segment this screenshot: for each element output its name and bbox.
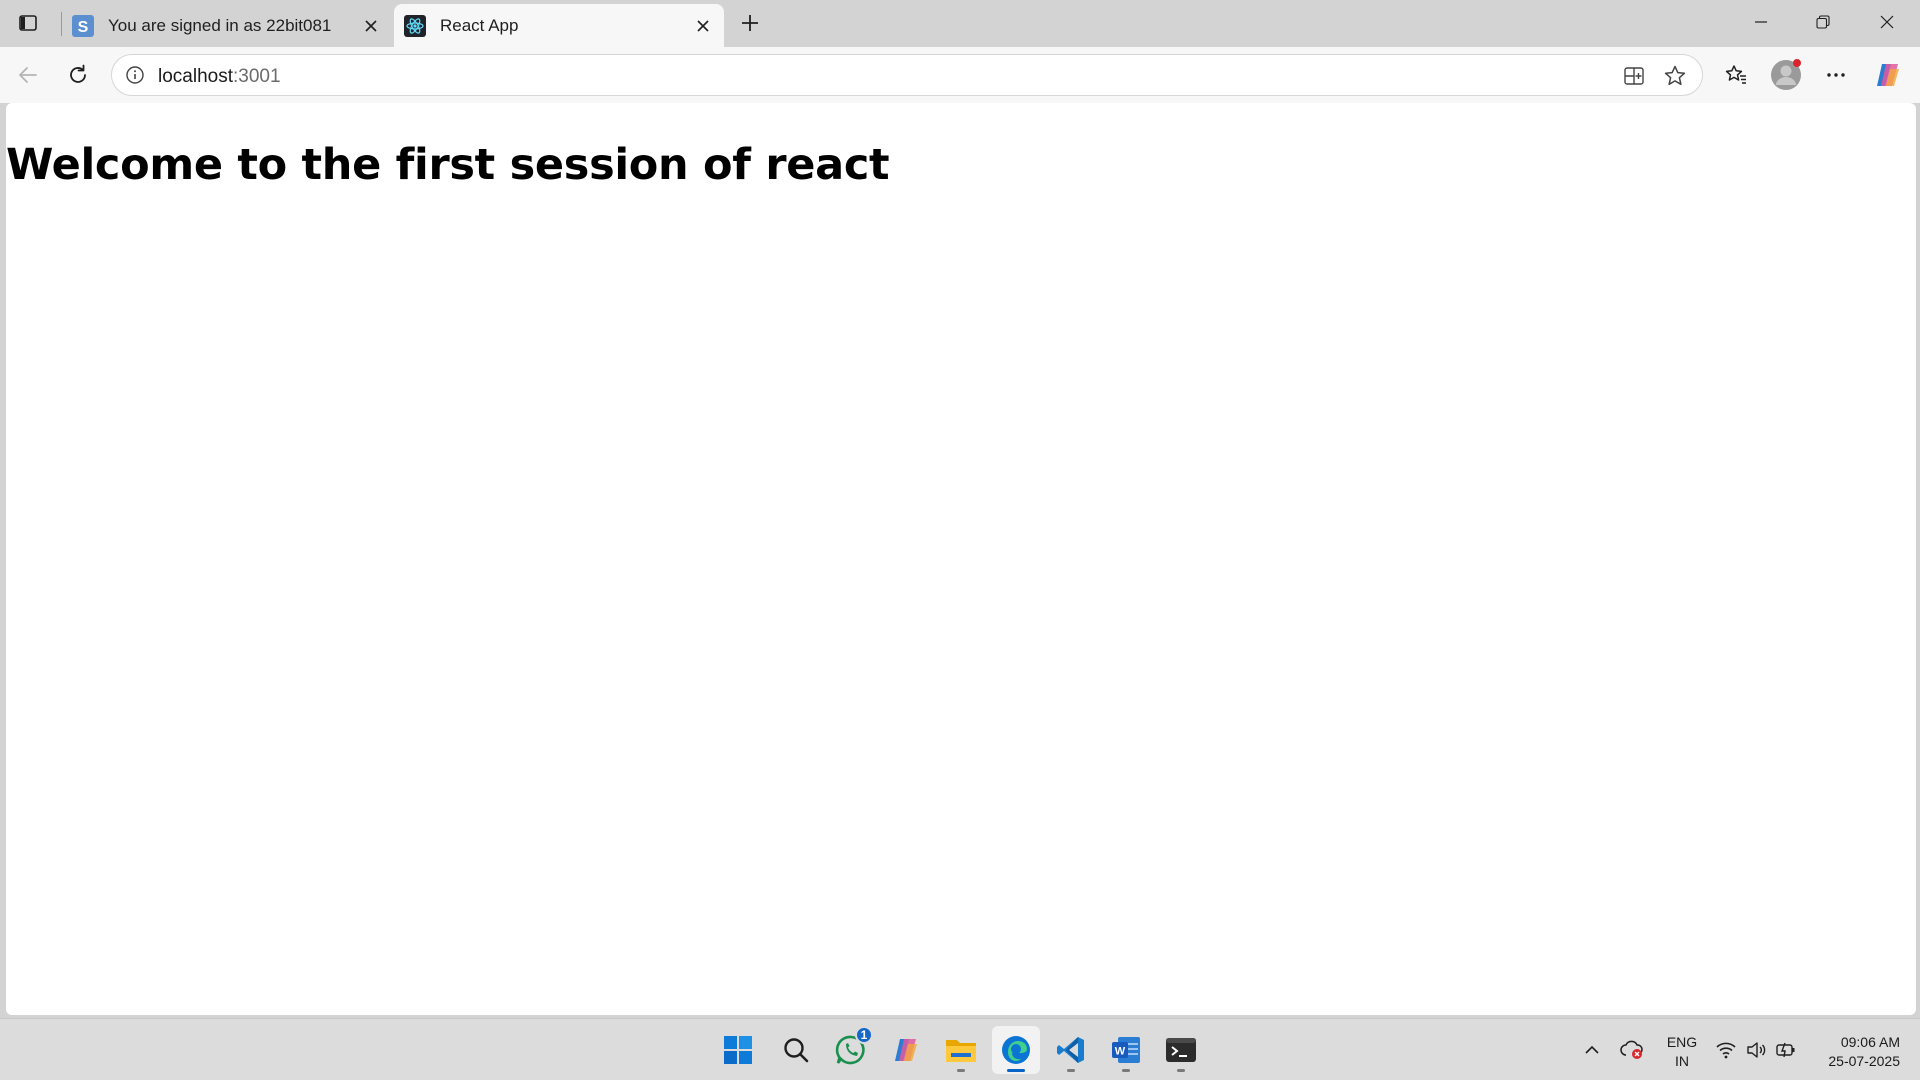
- more-horizontal-icon: [1827, 73, 1845, 77]
- browser-window: S You are signed in as 22bit081 React Ap…: [0, 0, 1920, 1018]
- favorites-icon: [1725, 65, 1746, 84]
- reload-button[interactable]: [60, 57, 96, 93]
- taskbar-copilot[interactable]: [882, 1026, 930, 1074]
- search-icon: [784, 1038, 809, 1063]
- running-indicator: [1177, 1069, 1185, 1072]
- arrow-left-icon: [19, 67, 37, 83]
- copilot-button[interactable]: [1870, 57, 1906, 93]
- input-language-indicator[interactable]: ENG IN: [1662, 1033, 1702, 1071]
- taskbar-search-button[interactable]: [772, 1026, 820, 1074]
- taskbar-edge[interactable]: [992, 1026, 1040, 1074]
- taskbar-clock[interactable]: 09:06 AM 25-07-2025: [1808, 1033, 1900, 1071]
- favorite-star-icon[interactable]: [1663, 64, 1687, 88]
- taskbar-word[interactable]: W: [1102, 1026, 1150, 1074]
- show-hidden-icons-button[interactable]: [1580, 1038, 1604, 1062]
- tab-actions-icon: [19, 15, 37, 31]
- language-code: ENG: [1666, 1034, 1698, 1050]
- windows-start-button[interactable]: [714, 1026, 762, 1074]
- browser-toolbar: localhost:3001: [0, 47, 1920, 103]
- file-explorer-icon: [946, 1040, 976, 1062]
- word-icon: W: [1112, 1037, 1140, 1063]
- clock-date: 25-07-2025: [1828, 1053, 1900, 1069]
- minimize-button[interactable]: [1730, 0, 1792, 44]
- tab-react-app[interactable]: React App: [394, 4, 724, 47]
- running-indicator: [1067, 1069, 1075, 1072]
- tab-actions-button[interactable]: [12, 9, 44, 37]
- restore-icon: [1816, 15, 1830, 29]
- clock-time: 09:06 AM: [1840, 1034, 1900, 1050]
- back-button[interactable]: [10, 57, 46, 93]
- url-port: :3001: [233, 66, 281, 87]
- s-letter-icon: S: [72, 14, 94, 37]
- close-icon: [1880, 15, 1894, 29]
- battery-charging-icon: [1776, 1042, 1795, 1058]
- copilot-icon: [895, 1039, 917, 1061]
- tab-title: You are signed in as 22bit081: [108, 15, 332, 35]
- page-viewport: Welcome to the first session of react: [6, 103, 1916, 1015]
- notification-badge: 1: [855, 1026, 873, 1044]
- active-indicator: [1007, 1069, 1025, 1072]
- cloud-error-icon: [1620, 1040, 1643, 1059]
- minimize-icon: [1755, 21, 1767, 23]
- new-tab-button[interactable]: [734, 9, 766, 37]
- windows-start-icon: [724, 1036, 752, 1064]
- taskbar-terminal[interactable]: [1157, 1026, 1205, 1074]
- profile-button[interactable]: [1768, 57, 1804, 93]
- network-status[interactable]: [1714, 1038, 1738, 1062]
- settings-more-button[interactable]: [1818, 57, 1854, 93]
- vscode-icon: [1057, 1037, 1084, 1063]
- taskbar: 1 W ENG IN 09:06 AM 25-07-2025: [0, 1018, 1920, 1080]
- plus-icon: [742, 15, 758, 31]
- battery-status[interactable]: [1774, 1038, 1798, 1062]
- avatar-icon: [1771, 59, 1801, 90]
- close-tab-icon[interactable]: [360, 15, 382, 37]
- site-info-icon[interactable]: [124, 64, 146, 86]
- tray-security-status[interactable]: [1620, 1038, 1644, 1062]
- split-screen-icon[interactable]: [1622, 64, 1646, 88]
- address-bar[interactable]: localhost:3001: [111, 54, 1703, 96]
- reload-icon: [70, 64, 86, 83]
- react-atom-icon: [404, 14, 426, 37]
- url-host: localhost: [158, 66, 233, 87]
- svg-text:S: S: [78, 19, 89, 36]
- page-heading: Welcome to the first session of react: [6, 140, 890, 190]
- favorites-button[interactable]: [1718, 57, 1754, 93]
- tab-signed-in[interactable]: S You are signed in as 22bit081: [62, 4, 392, 47]
- language-region: IN: [1675, 1053, 1689, 1069]
- url-text[interactable]: localhost:3001: [158, 66, 281, 88]
- tab-title: React App: [440, 15, 519, 35]
- close-window-button[interactable]: [1856, 0, 1918, 44]
- taskbar-file-explorer[interactable]: [937, 1026, 985, 1074]
- tab-strip: S You are signed in as 22bit081 React Ap…: [0, 0, 1920, 47]
- speaker-icon: [1747, 1042, 1766, 1058]
- wifi-icon: [1716, 1042, 1736, 1059]
- volume-status[interactable]: [1744, 1038, 1768, 1062]
- edge-icon: [1002, 1036, 1030, 1064]
- terminal-icon: [1166, 1038, 1196, 1062]
- taskbar-vscode[interactable]: [1047, 1026, 1095, 1074]
- copilot-icon: [1877, 64, 1899, 86]
- taskbar-whatsapp[interactable]: 1: [827, 1026, 875, 1074]
- restore-button[interactable]: [1792, 0, 1854, 44]
- chevron-up-icon: [1585, 1045, 1599, 1054]
- close-tab-icon[interactable]: [692, 15, 714, 37]
- svg-text:W: W: [1115, 1046, 1126, 1058]
- running-indicator: [1122, 1069, 1130, 1072]
- running-indicator: [957, 1069, 965, 1072]
